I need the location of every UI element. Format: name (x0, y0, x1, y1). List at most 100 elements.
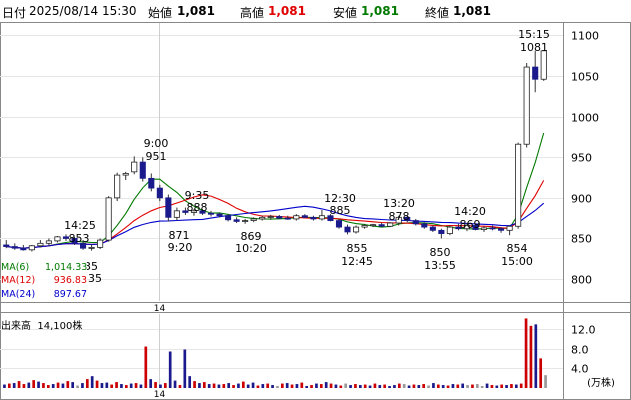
volume-bar (222, 384, 226, 388)
volume-bar (12, 383, 16, 388)
volume-bar (407, 385, 411, 388)
price-annotation: 9:20 (168, 241, 193, 254)
volume-bar (358, 385, 362, 388)
candle-body (438, 229, 445, 234)
volume-bar (310, 385, 313, 388)
candle-body (344, 226, 351, 233)
candle-body (446, 226, 453, 234)
volume-tick-label: 12.0 (571, 324, 596, 337)
price-volume-chart: 800 850 900 950 1000 1050 1100 4.0 8.0 12.0 (万株) 14… (0, 22, 631, 400)
datetime-value: 2025/08/14 15:30 (29, 4, 137, 18)
volume-bar (163, 383, 167, 388)
price-annotation: 885 (330, 204, 351, 217)
price-tick-label: 800 (571, 274, 592, 287)
volume-bar (500, 384, 504, 388)
price-annotation: 9:00 (144, 137, 169, 150)
volume-bar (256, 385, 260, 388)
candle-body (387, 222, 394, 227)
candle-body (233, 219, 240, 222)
volume-bar (66, 381, 70, 388)
candle-body (148, 177, 155, 189)
volume-bar (42, 383, 45, 388)
volume-bar (217, 384, 221, 388)
volume-bar (227, 383, 231, 388)
price-annotation: 869 (460, 218, 481, 231)
volume-bar (344, 383, 348, 388)
candle-body (498, 228, 505, 231)
volume-bar (461, 383, 465, 388)
ma12-name: MA(12) (1, 275, 36, 286)
volume-bar (266, 383, 270, 388)
volume-bar (534, 324, 538, 388)
candle-body (335, 220, 343, 228)
volume-bar (134, 383, 138, 388)
volume-bar (168, 351, 172, 388)
close-label: 終値 (425, 6, 450, 20)
candle-body (489, 227, 496, 230)
price-annotation: 35 (88, 272, 102, 285)
volume-bar (188, 376, 192, 388)
volume-bar (519, 383, 523, 388)
volume-bar (120, 384, 123, 388)
volume-bar (319, 384, 323, 388)
volume-bar (427, 385, 430, 388)
candle-body (54, 236, 61, 242)
volume-bar (251, 382, 255, 388)
volume-bar (349, 385, 352, 388)
price-annotation: 1081 (520, 41, 548, 54)
price-annotation: 13:55 (424, 259, 456, 272)
ma12-value: 936.83 (53, 275, 87, 286)
volume-bar (329, 383, 333, 388)
volume-bar (105, 382, 109, 388)
candle-body (523, 66, 530, 145)
volume-total: 14,100株 (37, 321, 83, 332)
volume-bar (51, 384, 55, 388)
candle-body (207, 212, 215, 215)
open-label: 始値 (148, 6, 173, 20)
ma24-legend: MA(24) 897.67 (1, 289, 87, 300)
candle-body (165, 197, 172, 218)
volume-legend: 出来高 14,100株 (1, 317, 82, 332)
candle-body (532, 66, 539, 80)
volume-bar (539, 358, 543, 388)
candle-body (139, 161, 146, 179)
candle-body (173, 210, 180, 218)
volume-bar (207, 384, 211, 388)
candle-body (284, 217, 291, 220)
volume-bar (339, 385, 343, 388)
volume-bar (144, 346, 148, 388)
volume-bar (295, 384, 299, 388)
candle-body (20, 247, 27, 251)
volume-bar (90, 376, 94, 388)
price-tick-label: 850 (571, 233, 592, 246)
volume-bar (412, 384, 416, 388)
volume-bar (173, 380, 177, 388)
volume-bar (115, 382, 118, 388)
candle-body (378, 224, 385, 227)
price-annotation: 951 (146, 150, 167, 163)
price-annotation: 10:20 (235, 242, 267, 255)
volume-bar (495, 385, 499, 388)
date-label: 日付 (2, 6, 27, 20)
volume-unit-label: (万株) (587, 376, 615, 389)
volume-bar (471, 384, 474, 388)
volume-bar (198, 383, 201, 388)
volume-bar (276, 386, 279, 388)
volume-bar (61, 383, 65, 388)
candle-body (131, 161, 138, 173)
volume-bar (76, 385, 79, 388)
volume-bar (514, 384, 518, 388)
volume-bar (510, 384, 513, 388)
candle-body (45, 240, 52, 244)
candle-body (540, 50, 547, 80)
volume-bar (237, 383, 240, 388)
volume-bar (100, 383, 104, 388)
ma6-name: MA(6) (1, 262, 30, 273)
volume-bar (149, 379, 153, 388)
price-tick-label: 1050 (571, 71, 599, 84)
volume-bar (315, 383, 318, 388)
candle-body (361, 225, 368, 228)
volume-bar (456, 384, 460, 388)
volume-bar (441, 385, 445, 388)
price-annotation: 15:00 (501, 255, 533, 268)
